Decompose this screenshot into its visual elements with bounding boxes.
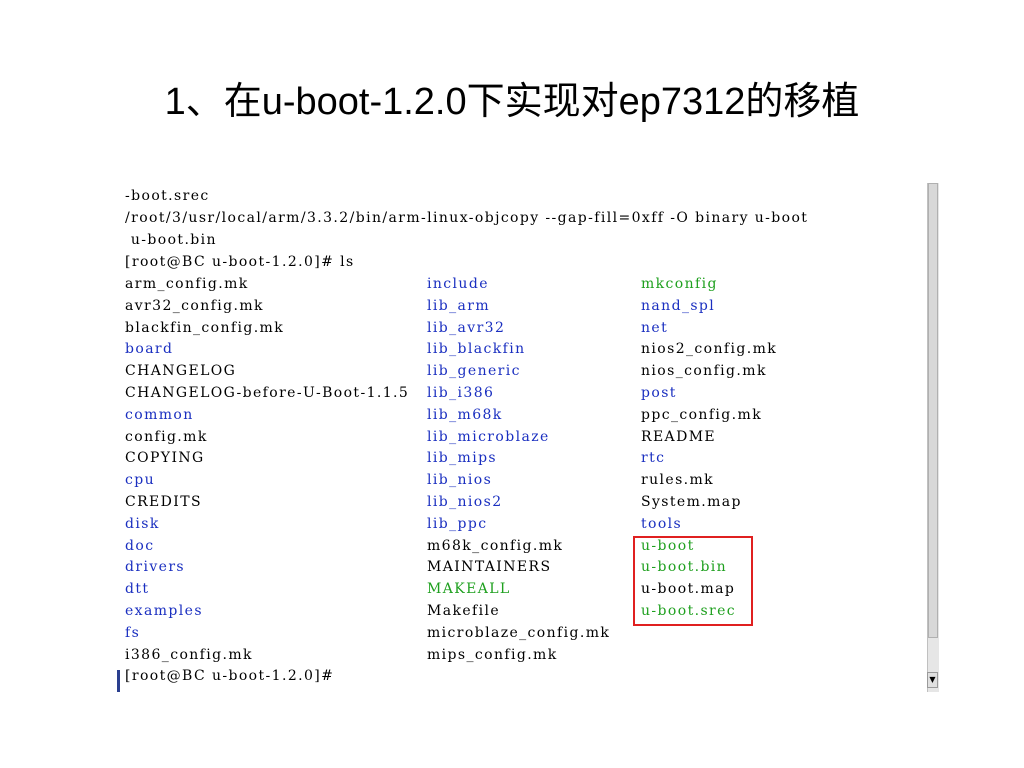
file-entry: Makefile <box>427 603 501 619</box>
terminal-command-line: [root@BC u-boot-1.2.0]# ls <box>125 254 355 270</box>
file-entry: CREDITS <box>125 494 202 510</box>
file-entry: CHANGELOG <box>125 363 237 380</box>
file-entry: microblaze_config.mk <box>427 624 611 641</box>
file-entry: nios_config.mk <box>641 363 767 380</box>
file-entry: lib_mips <box>427 450 498 467</box>
terminal-output-line: u-boot.bin <box>125 232 217 248</box>
file-entry: include <box>427 276 489 292</box>
file-entry: lib_generic <box>427 363 521 380</box>
file-entry: disk <box>125 515 160 532</box>
file-entry: mkconfig <box>641 276 718 292</box>
file-entry: MAINTAINERS <box>427 559 552 576</box>
file-entry: lib_arm <box>427 297 491 314</box>
scroll-down-arrow-icon[interactable]: ▼ <box>927 672 938 688</box>
file-entry: MAKEALL <box>427 581 511 598</box>
file-entry: README <box>641 428 717 445</box>
file-entry: lib_i386 <box>427 385 495 401</box>
terminal-window[interactable]: -boot.srec /root/3/usr/local/arm/3.3.2/b… <box>117 183 938 692</box>
cursor-bar <box>117 670 120 692</box>
terminal-output-line: -boot.srec <box>125 188 210 204</box>
file-entry: m68k_config.mk <box>427 537 564 554</box>
file-entry: dtt <box>125 581 150 598</box>
scrollbar-thumb[interactable] <box>928 183 938 638</box>
file-entry: board <box>125 341 174 358</box>
file-entry: examples <box>125 603 203 619</box>
file-entry: CHANGELOG-before-U-Boot-1.1.5 <box>125 385 410 401</box>
file-entry: lib_nios <box>427 472 493 489</box>
file-entry: nios2_config.mk <box>641 341 778 358</box>
file-entry: rules.mk <box>641 472 715 489</box>
uboot-files-highlight <box>633 536 753 626</box>
file-entry: config.mk <box>125 428 208 445</box>
file-entry: rtc <box>641 450 666 467</box>
file-entry: tools <box>641 515 683 532</box>
file-entry: lib_blackfin <box>427 341 526 358</box>
file-entry: nand_spl <box>641 297 716 314</box>
file-entry: ppc_config.mk <box>641 406 763 423</box>
file-entry: lib_nios2 <box>427 494 503 510</box>
file-entry: cpu <box>125 472 156 489</box>
file-entry: mips_config.mk <box>427 646 558 663</box>
vertical-scrollbar[interactable] <box>927 183 939 692</box>
file-entry: lib_microblaze <box>427 428 550 445</box>
terminal-prompt: [root@BC u-boot-1.2.0]# <box>125 668 335 684</box>
file-entry: i386_config.mk <box>125 646 253 663</box>
file-entry: net <box>641 319 669 336</box>
file-entry: arm_config.mk <box>125 276 249 292</box>
file-entry: lib_ppc <box>427 515 488 532</box>
terminal-output-line: /root/3/usr/local/arm/3.3.2/bin/arm-linu… <box>125 210 809 226</box>
file-entry: lib_avr32 <box>427 319 506 336</box>
file-entry: fs <box>125 624 141 641</box>
file-entry: blackfin_config.mk <box>125 319 285 336</box>
file-entry: lib_m68k <box>427 406 503 423</box>
file-entry: System.map <box>641 494 742 510</box>
file-entry: doc <box>125 537 155 554</box>
file-entry: common <box>125 406 194 423</box>
file-entry: COPYING <box>125 450 205 467</box>
file-entry: avr32_config.mk <box>125 297 264 314</box>
file-entry: drivers <box>125 559 186 576</box>
file-entry: post <box>641 385 677 401</box>
slide-title: 1、在u-boot-1.2.0下实现对ep7312的移植 <box>164 81 860 123</box>
